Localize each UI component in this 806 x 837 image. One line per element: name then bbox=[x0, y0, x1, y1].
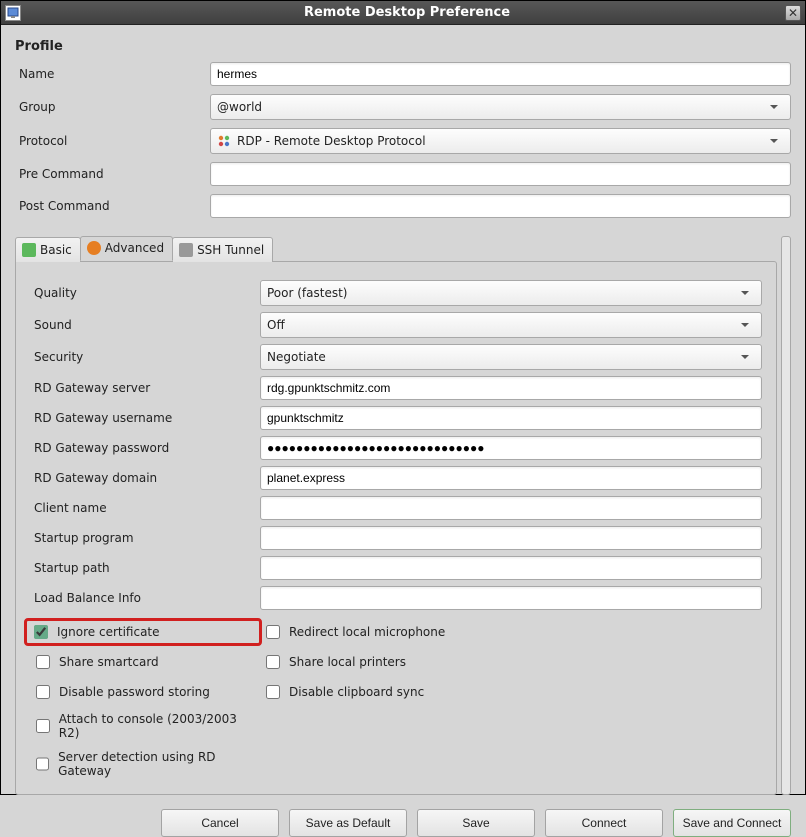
tab-basic[interactable]: Basic bbox=[15, 237, 81, 262]
check-redirect-microphone-box[interactable] bbox=[266, 625, 280, 639]
check-redirect-microphone-label: Redirect local microphone bbox=[289, 625, 445, 639]
protocol-icon bbox=[217, 134, 231, 148]
check-share-printers-box[interactable] bbox=[266, 655, 280, 669]
tab-basic-label: Basic bbox=[40, 243, 72, 257]
check-attach-console[interactable]: Attach to console (2003/2003 R2) bbox=[30, 710, 260, 742]
check-share-smartcard-label: Share smartcard bbox=[59, 655, 159, 669]
client-name-input[interactable] bbox=[260, 496, 762, 520]
app-icon bbox=[5, 5, 21, 21]
check-attach-console-label: Attach to console (2003/2003 R2) bbox=[59, 712, 258, 740]
rdgw-server-input[interactable] bbox=[260, 376, 762, 400]
tab-advanced[interactable]: Advanced bbox=[80, 236, 173, 261]
precmd-input[interactable] bbox=[210, 162, 791, 186]
security-combo[interactable]: Negotiate bbox=[260, 344, 762, 370]
security-label: Security bbox=[30, 350, 260, 364]
name-input[interactable] bbox=[210, 62, 791, 86]
security-value: Negotiate bbox=[267, 350, 735, 364]
check-server-detection-rdgw-box[interactable] bbox=[36, 757, 49, 771]
check-disable-clipboard-sync[interactable]: Disable clipboard sync bbox=[260, 680, 762, 704]
startup-path-input[interactable] bbox=[260, 556, 762, 580]
window-title: Remote Desktop Preference bbox=[29, 5, 785, 20]
check-disable-clipboard-sync-label: Disable clipboard sync bbox=[289, 685, 424, 699]
scrollbar[interactable] bbox=[781, 236, 791, 795]
chevron-down-icon bbox=[764, 101, 784, 113]
tab-ssh-label: SSH Tunnel bbox=[197, 243, 264, 257]
chevron-down-icon bbox=[735, 351, 755, 363]
advanced-icon bbox=[87, 241, 101, 255]
basic-icon bbox=[22, 243, 36, 257]
rdgw-domain-label: RD Gateway domain bbox=[30, 471, 260, 485]
loadbalance-input[interactable] bbox=[260, 586, 762, 610]
check-share-printers[interactable]: Share local printers bbox=[260, 650, 762, 674]
check-attach-console-box[interactable] bbox=[36, 719, 50, 733]
rdgw-user-input[interactable] bbox=[260, 406, 762, 430]
group-combo[interactable]: @world bbox=[210, 94, 791, 120]
tabs-area: Basic Advanced SSH Tunnel Quality Poor (… bbox=[15, 236, 791, 795]
profile-heading: Profile bbox=[15, 39, 791, 54]
check-disable-password-storing[interactable]: Disable password storing bbox=[30, 680, 260, 704]
save-as-default-button[interactable]: Save as Default bbox=[289, 809, 407, 837]
save-button[interactable]: Save bbox=[417, 809, 535, 837]
precmd-label: Pre Command bbox=[15, 167, 210, 181]
titlebar: Remote Desktop Preference ✕ bbox=[1, 1, 805, 25]
save-and-connect-button[interactable]: Save and Connect bbox=[673, 809, 791, 837]
sound-combo[interactable]: Off bbox=[260, 312, 762, 338]
check-share-smartcard[interactable]: Share smartcard bbox=[30, 650, 260, 674]
connect-button[interactable]: Connect bbox=[545, 809, 663, 837]
window-body: Profile Name Group @world Protocol RDP -… bbox=[1, 25, 805, 796]
check-ignore-certificate[interactable]: Ignore certificate bbox=[26, 620, 260, 644]
group-label: Group bbox=[15, 100, 210, 114]
check-ignore-certificate-box[interactable] bbox=[34, 625, 48, 639]
check-server-detection-rdgw-label: Server detection using RD Gateway bbox=[58, 750, 258, 778]
startup-prog-label: Startup program bbox=[30, 531, 260, 545]
tab-panel-advanced: Quality Poor (fastest) Sound Off Securit… bbox=[15, 261, 777, 795]
protocol-combo[interactable]: RDP - Remote Desktop Protocol bbox=[210, 128, 791, 154]
sound-value: Off bbox=[267, 318, 735, 332]
startup-prog-input[interactable] bbox=[260, 526, 762, 550]
quality-value: Poor (fastest) bbox=[267, 286, 735, 300]
protocol-label: Protocol bbox=[15, 134, 210, 148]
check-share-smartcard-box[interactable] bbox=[36, 655, 50, 669]
client-name-label: Client name bbox=[30, 501, 260, 515]
postcmd-input[interactable] bbox=[210, 194, 791, 218]
tab-advanced-label: Advanced bbox=[105, 241, 164, 255]
postcmd-label: Post Command bbox=[15, 199, 210, 213]
check-disable-clipboard-sync-box[interactable] bbox=[266, 685, 280, 699]
chevron-down-icon bbox=[735, 319, 755, 331]
chevron-down-icon bbox=[764, 135, 784, 147]
ssh-icon bbox=[179, 243, 193, 257]
checkbox-grid: Ignore certificate Redirect local microp… bbox=[30, 620, 762, 780]
loadbalance-label: Load Balance Info bbox=[30, 591, 260, 605]
cancel-button[interactable]: Cancel bbox=[161, 809, 279, 837]
quality-label: Quality bbox=[30, 286, 260, 300]
rdgw-pass-input[interactable] bbox=[260, 436, 762, 460]
startup-path-label: Startup path bbox=[30, 561, 260, 575]
rdgw-domain-input[interactable] bbox=[260, 466, 762, 490]
rdgw-server-label: RD Gateway server bbox=[30, 381, 260, 395]
quality-combo[interactable]: Poor (fastest) bbox=[260, 280, 762, 306]
rdgw-user-label: RD Gateway username bbox=[30, 411, 260, 425]
check-disable-password-storing-box[interactable] bbox=[36, 685, 50, 699]
chevron-down-icon bbox=[735, 287, 755, 299]
profile-form: Name Group @world Protocol RDP - Remote … bbox=[15, 62, 791, 218]
tab-ssh-tunnel[interactable]: SSH Tunnel bbox=[172, 237, 273, 262]
name-label: Name bbox=[15, 67, 210, 81]
rdgw-pass-label: RD Gateway password bbox=[30, 441, 260, 455]
check-share-printers-label: Share local printers bbox=[289, 655, 406, 669]
tabbar: Basic Advanced SSH Tunnel bbox=[15, 236, 777, 261]
group-value: @world bbox=[217, 100, 764, 114]
check-server-detection-rdgw[interactable]: Server detection using RD Gateway bbox=[30, 748, 260, 780]
button-row: Cancel Save as Default Save Connect Save… bbox=[15, 795, 791, 837]
close-icon[interactable]: ✕ bbox=[785, 5, 801, 21]
sound-label: Sound bbox=[30, 318, 260, 332]
check-redirect-microphone[interactable]: Redirect local microphone bbox=[260, 620, 762, 644]
check-disable-password-storing-label: Disable password storing bbox=[59, 685, 210, 699]
protocol-value: RDP - Remote Desktop Protocol bbox=[237, 134, 764, 148]
check-ignore-certificate-label: Ignore certificate bbox=[57, 625, 160, 639]
